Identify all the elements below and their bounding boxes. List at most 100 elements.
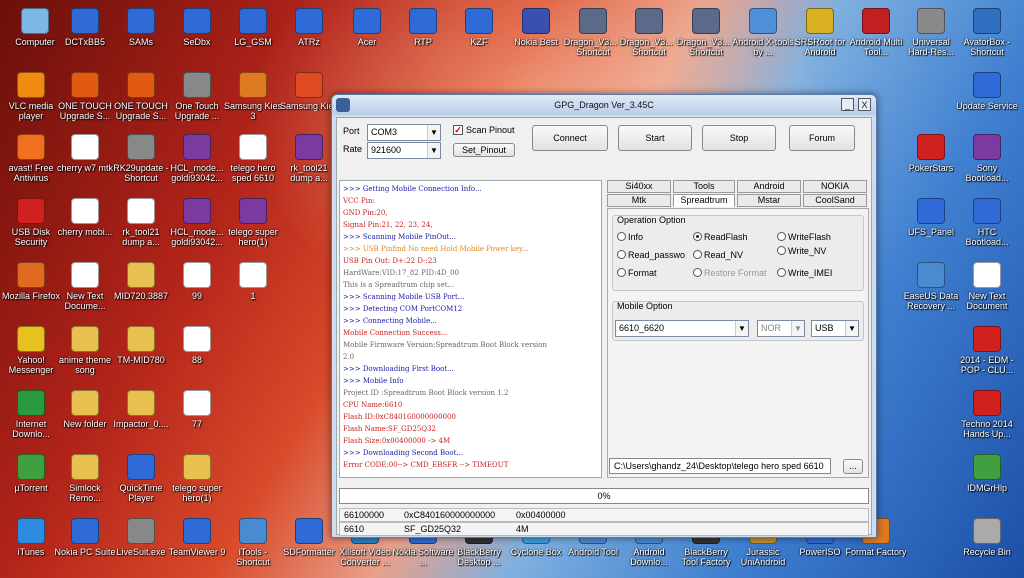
desktop-icon[interactable]: 99 xyxy=(166,262,228,301)
desktop-icon[interactable]: HTC Bootload... xyxy=(956,198,1018,247)
radio-write-nv[interactable]: Write_NV xyxy=(777,246,826,256)
desktop-icon[interactable]: AvatorBox - Shortcut xyxy=(956,8,1018,57)
desktop-icon[interactable]: 1 xyxy=(222,262,284,301)
tab-spreadtrum[interactable]: Spreadtrum xyxy=(673,194,735,207)
desktop-icon[interactable]: ONE TOUCH Upgrade S... xyxy=(110,72,172,121)
desktop-icon[interactable]: Update Service xyxy=(956,72,1018,111)
desktop-icon[interactable]: SeDbx xyxy=(166,8,228,47)
desktop-icon[interactable]: One Touch Upgrade ... xyxy=(166,72,228,121)
radio-read-password[interactable]: Read_passwo xyxy=(617,250,685,260)
tab-si40xx[interactable]: Si40xx xyxy=(607,180,671,193)
close-button[interactable]: X xyxy=(858,98,871,111)
flash-type-select[interactable]: NOR ▼ xyxy=(757,320,805,337)
interface-select[interactable]: USB ▼ xyxy=(811,320,859,337)
desktop-icon[interactable]: Dragon_V3... - Shortcut xyxy=(562,8,624,57)
desktop-icon[interactable]: 77 xyxy=(166,390,228,429)
desktop-icon[interactable]: HCL_mode... goldi93042... xyxy=(166,198,228,247)
desktop-icon[interactable]: 88 xyxy=(166,326,228,365)
radio-read-nv[interactable]: Read_NV xyxy=(693,250,743,260)
desktop-icon[interactable]: EaseUS Data Recovery ... xyxy=(900,262,962,311)
desktop-icon[interactable]: Acer xyxy=(336,8,398,47)
tab-tools[interactable]: Tools xyxy=(673,180,735,193)
desktop-icon[interactable]: KZF xyxy=(448,8,510,47)
desktop-icon[interactable]: USB Disk Security xyxy=(0,198,62,247)
model-select[interactable]: 6610_6620 ▼ xyxy=(615,320,749,337)
desktop-icon[interactable]: Mozilla Firefox xyxy=(0,262,62,301)
desktop-icon[interactable]: rk_tool21 dump a... xyxy=(110,198,172,247)
desktop-icon[interactable]: HCL_mode... goldi93042... xyxy=(166,134,228,183)
radio-write-imei[interactable]: Write_IMEI xyxy=(777,268,832,278)
desktop-icon[interactable]: New Text Document xyxy=(956,262,1018,311)
desktop-icon[interactable]: Dragon_V3... - Shortcut xyxy=(618,8,680,57)
set-pinout-button[interactable]: Set_Pinout xyxy=(453,143,515,157)
tab-mstar[interactable]: Mstar xyxy=(737,194,801,207)
desktop-icon[interactable]: RK29update - Shortcut xyxy=(110,134,172,183)
desktop-icon[interactable]: Dragon_V3... - Shortcut xyxy=(675,8,737,57)
desktop-icon[interactable]: Recycle Bin xyxy=(956,518,1018,557)
desktop-icon[interactable]: anime theme song xyxy=(54,326,116,375)
tab-mtk[interactable]: Mtk xyxy=(607,194,671,207)
desktop-icon[interactable]: telego hero sped 6610 xyxy=(222,134,284,183)
file-path-field[interactable]: C:\Users\ghandz_24\Desktop\telego hero s… xyxy=(609,458,831,474)
desktop-icon[interactable]: Techno 2014 Hands Up... xyxy=(956,390,1018,439)
desktop-icon[interactable]: TeamViewer 9 xyxy=(166,518,228,557)
desktop-icon[interactable]: VLC media player xyxy=(0,72,62,121)
desktop-icon[interactable]: 2014 - EDM - POP - CLU... xyxy=(956,326,1018,375)
desktop-icon[interactable]: cherry w7 mtk xyxy=(54,134,116,173)
chevron-down-icon[interactable]: ▼ xyxy=(427,143,440,158)
radio-write-flash[interactable]: WriteFlash xyxy=(777,232,831,242)
stop-button[interactable]: Stop xyxy=(702,125,776,151)
chevron-down-icon[interactable]: ▼ xyxy=(791,321,804,336)
tab-android[interactable]: Android xyxy=(737,180,801,193)
desktop-icon[interactable]: Android Multi Tool... xyxy=(845,8,907,57)
scan-pinout-checkbox[interactable]: ✓ xyxy=(453,125,463,135)
desktop-icon[interactable]: QuickTime Player xyxy=(110,454,172,503)
desktop-icon[interactable]: Simlock Remo... xyxy=(54,454,116,503)
desktop-icon[interactable]: iTools - Shortcut xyxy=(222,518,284,567)
desktop-icon[interactable]: IDMGrHlp xyxy=(956,454,1018,493)
desktop-icon[interactable]: telego super hero(1) xyxy=(222,198,284,247)
chevron-down-icon[interactable]: ▼ xyxy=(427,125,440,140)
radio-read-flash[interactable]: ReadFlash xyxy=(693,232,748,242)
desktop-icon[interactable]: Android X-tools by ... xyxy=(732,8,794,57)
desktop-icon[interactable]: Samsung Kies 3 xyxy=(222,72,284,121)
start-button[interactable]: Start xyxy=(618,125,692,151)
desktop-icon[interactable]: ATRz xyxy=(278,8,340,47)
forum-button[interactable]: Forum xyxy=(789,125,855,151)
desktop-icon[interactable]: TM-MID780 xyxy=(110,326,172,365)
desktop-icon[interactable]: avast! Free Antivirus xyxy=(0,134,62,183)
radio-format[interactable]: Format xyxy=(617,268,657,278)
desktop-icon[interactable]: telego super hero(1) xyxy=(166,454,228,503)
desktop-icon[interactable]: Universal Hard-Res... xyxy=(900,8,962,57)
desktop-icon[interactable]: cherry mobi... xyxy=(54,198,116,237)
desktop-icon[interactable]: New Text Docume... xyxy=(54,262,116,311)
desktop-icon[interactable]: Yahoo! Messenger xyxy=(0,326,62,375)
rate-select[interactable]: 921600 ▼ xyxy=(367,142,441,159)
desktop-icon[interactable]: iTunes xyxy=(0,518,62,557)
tab-nokia[interactable]: NOKIA xyxy=(803,180,867,193)
tab-coolsand[interactable]: CoolSand xyxy=(803,194,867,207)
desktop-icon[interactable]: µTorrent xyxy=(0,454,62,493)
desktop-icon[interactable]: New folder xyxy=(54,390,116,429)
desktop-icon[interactable]: Nokia PC Suite xyxy=(54,518,116,557)
desktop-icon[interactable]: UFS_Panel xyxy=(900,198,962,237)
radio-restore-format[interactable]: Restore Format xyxy=(693,268,767,278)
title-bar[interactable]: GPG_Dragon Ver_3.45C _ X xyxy=(332,95,876,115)
desktop-icon[interactable]: LG_GSM xyxy=(222,8,284,47)
desktop-icon[interactable]: Internet Downlo... xyxy=(0,390,62,439)
radio-info[interactable]: Info xyxy=(617,232,643,242)
desktop-icon[interactable]: DCTxBB5 xyxy=(54,8,116,47)
desktop-icon[interactable]: Sony Bootload... xyxy=(956,134,1018,183)
desktop-icon[interactable]: Impactor_0.... xyxy=(110,390,172,429)
chevron-down-icon[interactable]: ▼ xyxy=(845,321,858,336)
minimize-button[interactable]: _ xyxy=(841,98,854,111)
desktop-icon[interactable]: ONE TOUCH Upgrade S... xyxy=(54,72,116,121)
desktop-icon[interactable]: Nokia Best xyxy=(505,8,567,47)
desktop-icon[interactable]: PokerStars xyxy=(900,134,962,173)
chevron-down-icon[interactable]: ▼ xyxy=(735,321,748,336)
port-select[interactable]: COM3 ▼ xyxy=(367,124,441,141)
connect-button[interactable]: Connect xyxy=(532,125,608,151)
desktop-icon[interactable]: SRSRoot for Android xyxy=(789,8,851,57)
log-output[interactable]: >>> Getting Mobile Connection Info... VC… xyxy=(339,180,602,478)
desktop-icon[interactable]: SAMs xyxy=(110,8,172,47)
